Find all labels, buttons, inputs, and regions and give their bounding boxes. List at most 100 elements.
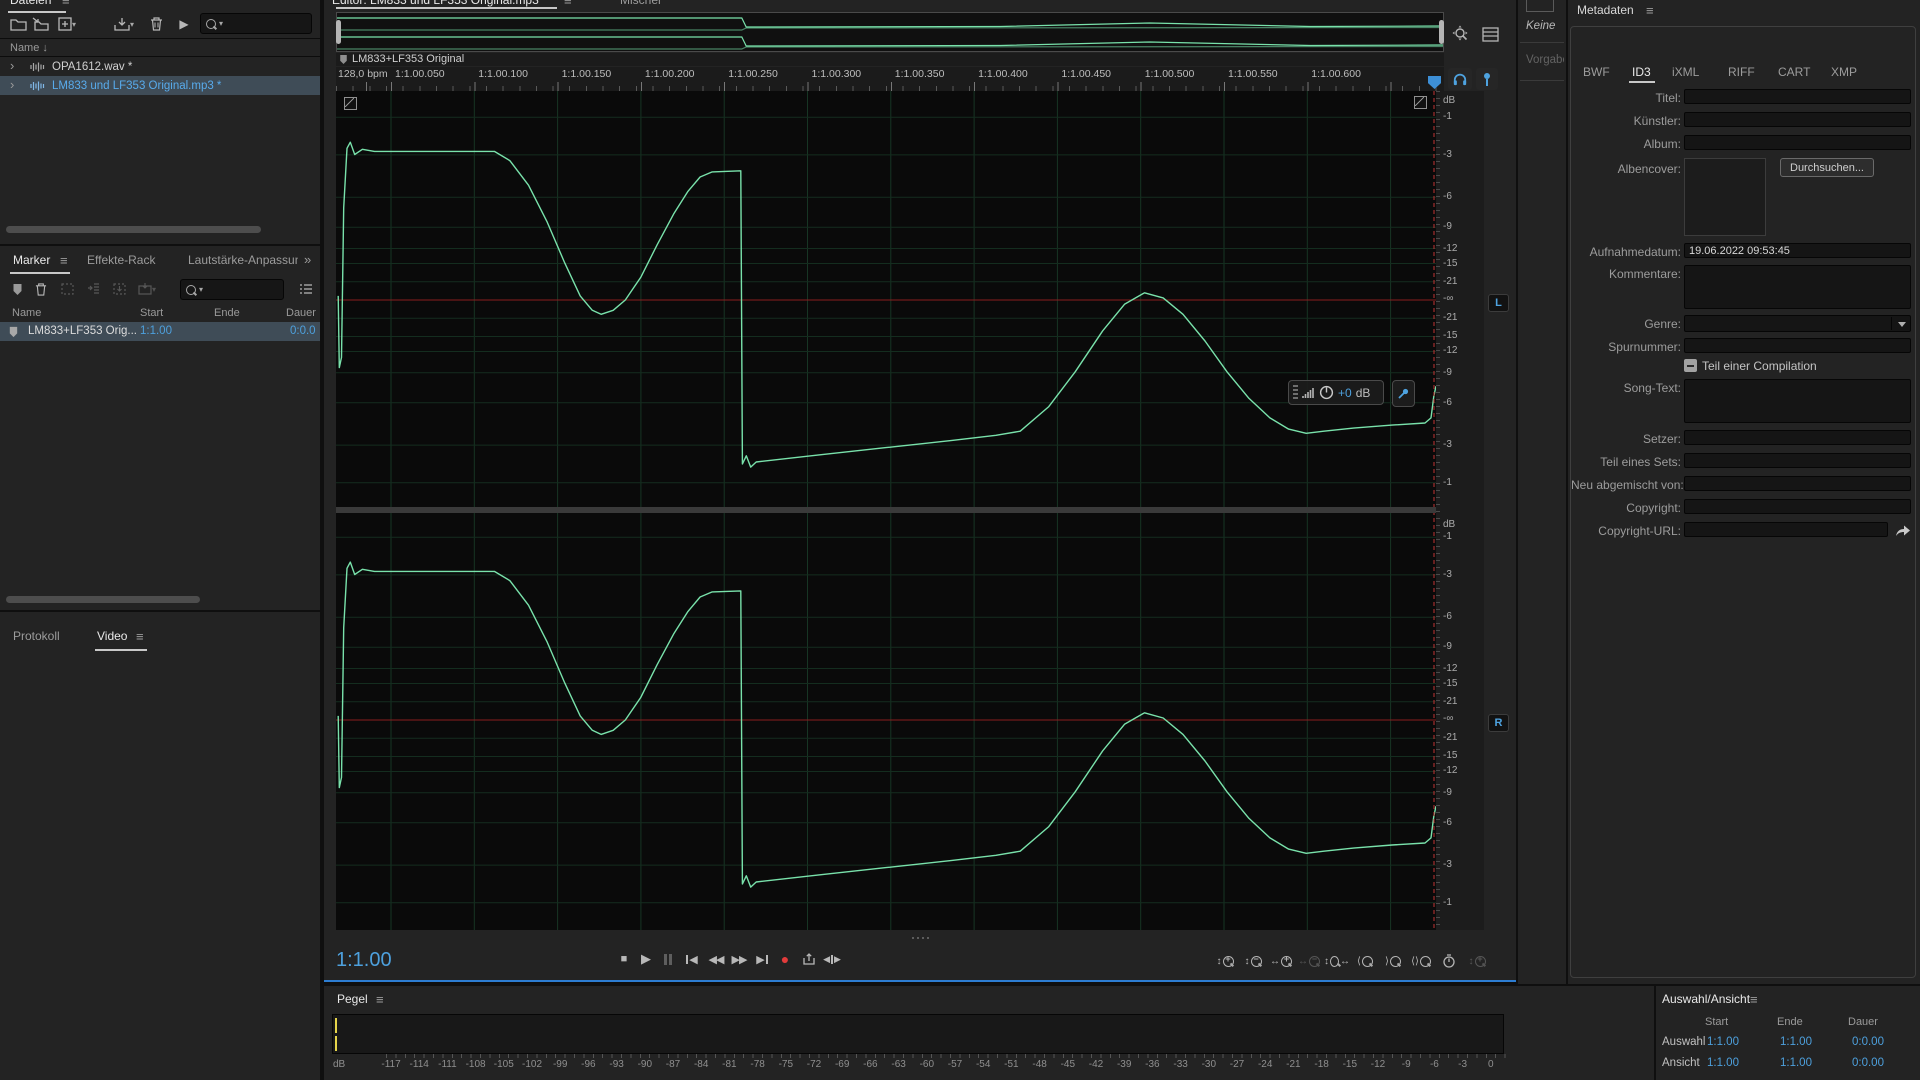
tab-bwf[interactable]: BWF [1583,65,1610,79]
marker-row[interactable]: LM833+LF353 Orig... 1:1.00 0:0.0 [0,322,320,341]
zoom-in-amplitude-button[interactable]: ↕+ [1212,951,1238,971]
tab-ixml[interactable]: iXML [1672,65,1699,79]
aufnahmedatum-field[interactable] [1684,243,1911,258]
zoom-out-time-button[interactable]: ↔− [1296,951,1322,971]
batch-export-button[interactable]: ▾ [110,15,138,33]
export-markers-button[interactable]: ▾ [136,280,158,298]
time-display[interactable]: 1:1.00 [336,949,392,972]
kommentare-field[interactable] [1684,265,1911,309]
tab-dateien[interactable]: Dateien [10,0,51,7]
zoom-to-in-point-button[interactable]: ⟨ [1352,951,1378,971]
marker-horizontal-scrollbar[interactable] [6,596,200,603]
overview-left-handle[interactable] [336,20,341,44]
tab-riff[interactable]: RIFF [1728,65,1755,79]
channel-badge-left[interactable]: L [1488,294,1509,312]
tab-editor[interactable]: Editor: LM833 und LF353 Original.mp3 [332,0,539,7]
shuttle-button[interactable]: ◀ ▶ [820,948,844,970]
setzer-field[interactable] [1684,430,1911,445]
gain-hud[interactable]: +0 dB [1288,380,1384,405]
panel-menu-icon[interactable]: ≡ [376,992,384,1007]
play-button[interactable]: ▶ [634,948,658,970]
monitor-toggle-button[interactable] [1448,68,1472,90]
open-url-button[interactable] [1893,521,1913,539]
neu-abgemischt-von-field[interactable] [1684,476,1911,491]
zoom-to-selection-button[interactable]: ⟨⟩ [1408,951,1434,971]
range-marker-button[interactable] [58,280,76,298]
gain-knob-icon[interactable] [1319,385,1334,400]
panel-menu-icon[interactable]: ≡ [62,0,70,8]
marker-col-ende[interactable]: Ende [214,307,240,319]
delete-file-button[interactable] [146,15,166,33]
browse-cover-button[interactable]: Durchsuchen... [1780,158,1874,177]
expand-icon[interactable]: › [10,77,14,92]
file-row-opa1612[interactable]: › OPA1612.wav * [0,57,320,76]
tab-protokoll[interactable]: Protokoll [13,629,60,643]
zoom-in-time-button[interactable]: ↔+ [1268,951,1294,971]
hud-gain-value[interactable]: +0 [1338,386,1352,400]
expand-icon[interactable]: › [10,58,14,73]
channel-divider[interactable] [336,507,1484,513]
stop-button[interactable]: ■ [612,948,636,970]
hud-grip-icon[interactable] [1293,385,1298,400]
zoom-reset-button[interactable]: ↕↔ [1324,951,1350,971]
record-button[interactable]: ● [773,948,797,970]
panel-menu-icon[interactable]: ≡ [1646,3,1654,18]
new-file-button[interactable]: ▾ [54,15,80,33]
spectral-display-settings-button[interactable] [1478,24,1502,44]
zoom-timed-button[interactable] [1436,951,1462,971]
marker-col-dauer[interactable]: Dauer [286,307,316,319]
db-scale[interactable]: dB-1-1-3-3-6-6-9-9-12-12-15-15-21-21-∞dB… [1436,91,1484,930]
file-row-lm833-selected[interactable]: › LM833 und LF353 Original.mp3 * [0,76,320,95]
panel-menu-icon[interactable]: ≡ [60,253,68,268]
copyright-field[interactable] [1684,499,1911,514]
compilation-checkbox[interactable] [1684,359,1697,372]
rewind-button[interactable]: ◀◀ [704,948,728,970]
copyright-url-field[interactable] [1684,522,1888,537]
album-cover-box[interactable] [1684,158,1766,236]
marker-flag-icon[interactable] [339,54,348,65]
panel-menu-icon[interactable]: ≡ [136,629,144,644]
presets-label[interactable]: Vorgaben [1526,54,1564,66]
preview-play-button[interactable]: ▶ [174,15,194,33]
tab-xmp[interactable]: XMP [1831,65,1857,79]
merge-markers-button[interactable] [110,280,128,298]
view-start-value[interactable]: 1:1.00 [1707,1057,1739,1069]
teil-eines-sets-field[interactable] [1684,453,1911,468]
tab-lautstaerke-anpassung[interactable]: Lautstärke-Anpassung [188,253,298,267]
titel-field[interactable] [1684,89,1911,104]
channel-badge-right[interactable]: R [1488,714,1509,732]
loop-playback-button[interactable] [797,948,821,970]
tab-overflow-icon[interactable]: » [304,252,311,267]
marker-col-name[interactable]: Name [12,307,41,319]
fade-out-handle[interactable] [1414,96,1427,109]
skip-to-start-button[interactable]: ◀ [680,948,704,970]
panel-menu-icon[interactable]: ≡ [1750,992,1758,1007]
zoom-full-button[interactable]: ↕+ [1464,951,1490,971]
spurnummer-field[interactable] [1684,338,1911,353]
marker-col-start[interactable]: Start [140,307,163,319]
tab-auswahl-ansicht[interactable]: Auswahl/Ansicht [1662,992,1750,1006]
selection-ende-value[interactable]: 1:1.00 [1780,1036,1812,1048]
view-ende-value[interactable]: 1:1.00 [1780,1057,1812,1069]
hud-pin-button[interactable] [1392,380,1415,407]
insert-into-playlist-button[interactable] [84,280,102,298]
timeline-ruler[interactable]: 128,0 bpm 1:1.00.0501:1.00.1001:1.00.150… [336,67,1444,91]
marker-flag-label[interactable]: LM833+LF353 Original [352,53,464,65]
genre-select[interactable] [1684,315,1911,332]
album-field[interactable] [1684,135,1911,150]
files-search-input[interactable]: ▾ [200,13,312,34]
delete-marker-button[interactable] [32,280,50,298]
pan-zoom-tool-button[interactable] [1450,24,1472,44]
kuenstler-field[interactable] [1684,112,1911,127]
skip-to-end-button[interactable]: ▶ [750,948,774,970]
overview-right-handle[interactable] [1439,20,1444,44]
view-dauer-value[interactable]: 0:0.00 [1852,1057,1884,1069]
overview-navigator[interactable] [336,12,1444,52]
effects-none-label[interactable]: Keine [1526,20,1555,32]
zoom-out-amplitude-button[interactable]: ↕− [1240,951,1266,971]
import-file-button[interactable] [30,15,50,33]
open-file-button[interactable] [8,15,28,33]
files-name-column-header[interactable]: Name ↓ [10,42,48,54]
zoom-to-out-point-button[interactable]: ⟩ [1380,951,1406,971]
tab-mischer[interactable]: Mischer [620,0,662,7]
